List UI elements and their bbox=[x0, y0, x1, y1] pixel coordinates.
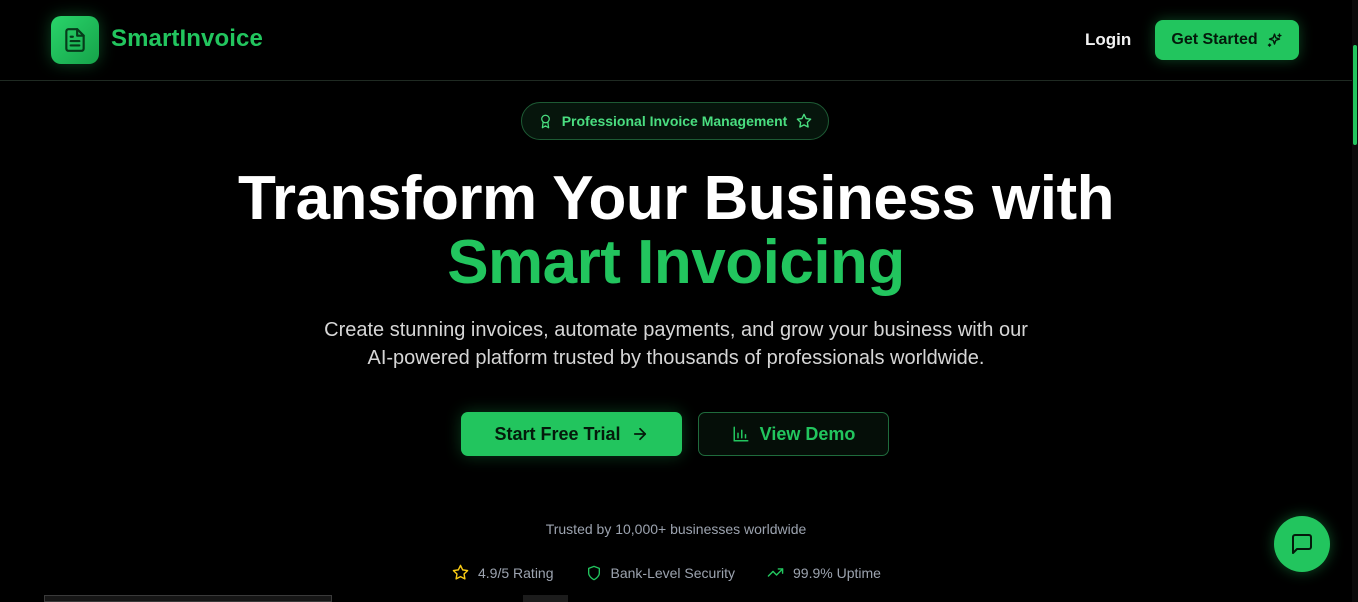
hero-subtitle-line1: Create stunning invoices, automate payme… bbox=[324, 319, 1028, 341]
stat-rating-label: 4.9/5 Rating bbox=[478, 564, 554, 581]
trusted-headline: Trusted by 10,000+ businesses worldwide bbox=[545, 521, 807, 537]
award-icon bbox=[540, 114, 550, 128]
hero-title-accent: Smart Invoicing bbox=[447, 228, 905, 297]
document-icon bbox=[65, 28, 85, 52]
top-navbar: SmartInvoice Login Get Started bbox=[0, 0, 1352, 81]
logo-badge[interactable] bbox=[51, 16, 99, 64]
stat-rating: 4.9/5 Rating bbox=[452, 564, 554, 581]
view-demo-button[interactable]: View Demo bbox=[698, 412, 889, 456]
message-square-icon bbox=[1292, 534, 1312, 554]
hero-title: Transform Your Business with bbox=[237, 164, 1115, 233]
trust-stats: 4.9/5 Rating Bank-Level Security 99.9% U… bbox=[452, 564, 881, 581]
view-demo-label: View Demo bbox=[759, 423, 856, 444]
get-started-button[interactable]: Get Started bbox=[1155, 20, 1299, 60]
start-free-trial-label: Start Free Trial bbox=[494, 423, 621, 444]
preview-panel-edge bbox=[44, 595, 332, 602]
preview-panel-edge-secondary bbox=[523, 595, 568, 602]
arrow-right-icon bbox=[633, 427, 646, 441]
shield-icon bbox=[587, 565, 600, 580]
scrollbar-track[interactable] bbox=[1352, 0, 1358, 602]
bar-chart-icon bbox=[733, 426, 749, 442]
login-link[interactable]: Login bbox=[1085, 30, 1131, 50]
trending-up-icon bbox=[767, 568, 784, 577]
brand-name[interactable]: SmartInvoice bbox=[111, 25, 263, 53]
chat-button[interactable] bbox=[1274, 516, 1330, 572]
hero-badge: Professional Invoice Management bbox=[521, 102, 829, 140]
stat-security: Bank-Level Security bbox=[586, 564, 736, 581]
hero-badge-label: Professional Invoice Management bbox=[561, 113, 788, 129]
get-started-label: Get Started bbox=[1171, 31, 1258, 48]
stat-security-label: Bank-Level Security bbox=[610, 564, 736, 581]
hero-subtitle-line2: AI-powered platform trusted by thousands… bbox=[367, 347, 985, 369]
star-outline-icon bbox=[796, 113, 812, 128]
hero-subtitle: Create stunning invoices, automate payme… bbox=[276, 316, 1076, 372]
stat-uptime-label: 99.9% Uptime bbox=[793, 564, 881, 581]
start-free-trial-button[interactable]: Start Free Trial bbox=[461, 412, 682, 456]
sparkles-icon bbox=[1267, 32, 1282, 47]
stat-uptime: 99.9% Uptime bbox=[767, 564, 881, 581]
scrollbar-thumb[interactable] bbox=[1353, 45, 1357, 145]
star-icon bbox=[452, 564, 469, 580]
